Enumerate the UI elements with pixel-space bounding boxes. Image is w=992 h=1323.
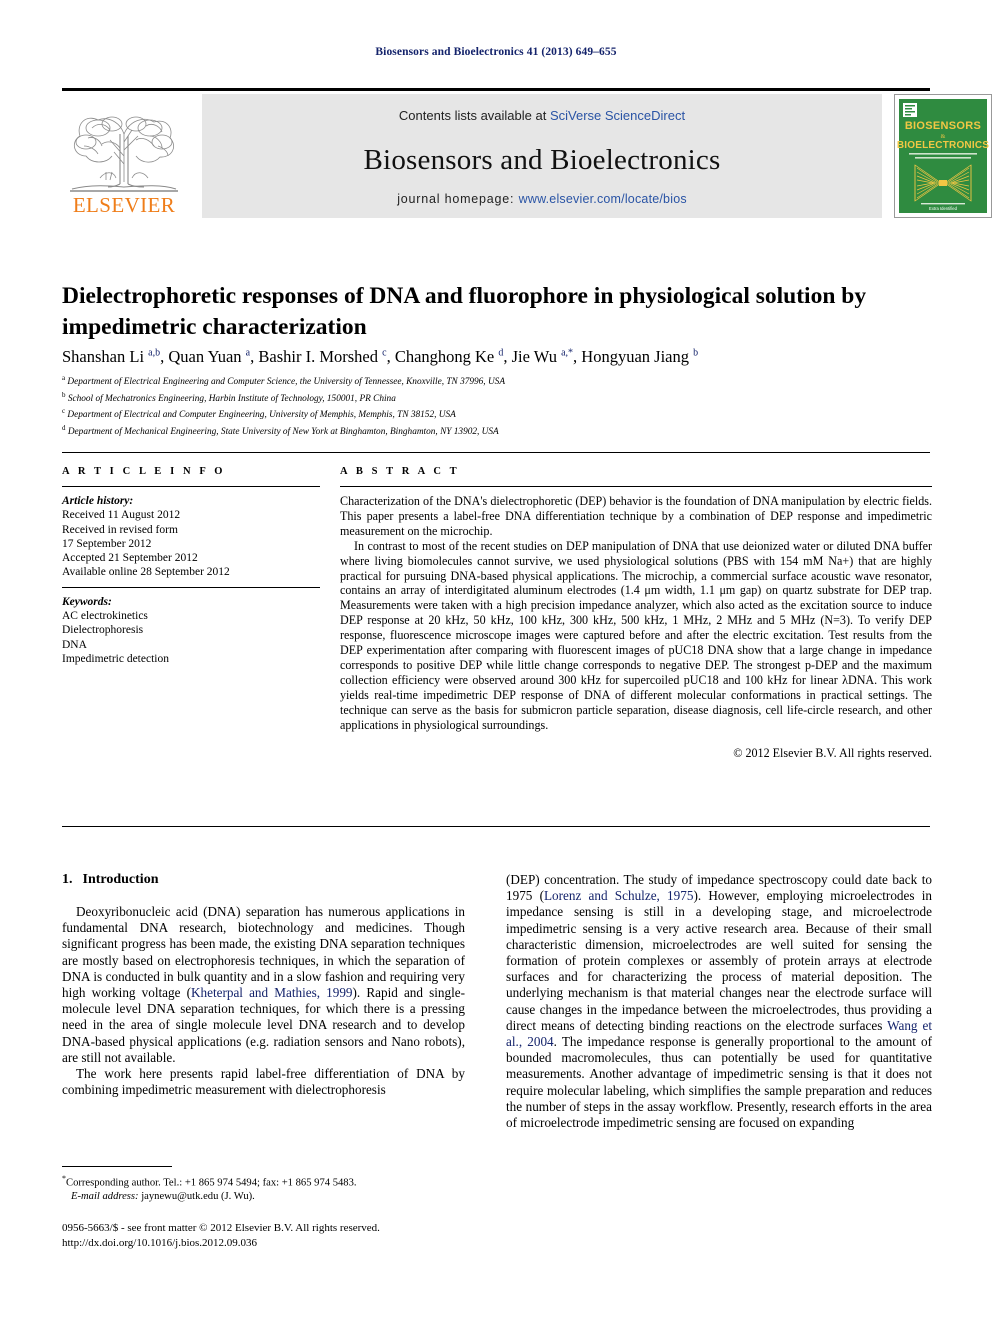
elsevier-tree-icon	[70, 116, 178, 192]
contents-available-line: Contents lists available at SciVerse Sci…	[202, 108, 882, 123]
abstract-body: Characterization of the DNA's dielectrop…	[340, 494, 932, 733]
email-note: E-mail address: jaynewu@utk.edu (J. Wu).	[62, 1190, 472, 1203]
paragraph: Deoxyribonucleic acid (DNA) separation h…	[62, 904, 465, 1066]
keywords-block: Keywords: AC electrokinetics Dielectroph…	[62, 595, 320, 666]
affiliation-list: a Department of Electrical Engineering a…	[62, 372, 932, 439]
article-info-rule	[62, 486, 320, 487]
article-info-heading: A R T I C L E I N F O	[62, 466, 226, 477]
abstract-paragraph: Characterization of the DNA's dielectrop…	[340, 494, 932, 538]
keywords-label: Keywords:	[62, 595, 112, 608]
citation-link[interactable]: Lorenz and Schulze, 1975	[544, 888, 693, 903]
paragraph-part: ). However, employing microelectrodes in…	[506, 888, 932, 1033]
journal-masthead: ELSEVIER Contents lists available at Sci…	[62, 88, 992, 218]
affiliation-item: b School of Mechatronics Engineering, Ha…	[62, 389, 932, 406]
abstract-band-top-rule	[62, 452, 930, 453]
keyword-item: AC electrokinetics	[62, 610, 148, 623]
homepage-label: journal homepage:	[397, 192, 515, 206]
article-info-column: A R T I C L E I N F O Article history: R…	[62, 466, 320, 666]
contents-prefix: Contents lists available at	[398, 108, 550, 123]
svg-text:BIOSENSORS: BIOSENSORS	[905, 120, 981, 132]
affiliation-text: Department of Mechanical Engineering, St…	[65, 427, 499, 438]
citation-link[interactable]: Kheterpal and Mathies, 1999	[191, 985, 353, 1000]
history-item: 17 September 2012	[62, 537, 152, 550]
section-heading-introduction: 1. Introduction	[62, 872, 465, 888]
journal-homepage-line: journal homepage: www.elsevier.com/locat…	[202, 192, 882, 206]
authors-text: Shanshan Li a,b, Quan Yuan a, Bashir I. …	[62, 346, 699, 366]
article-history-block: Article history: Received 11 August 2012…	[62, 494, 320, 580]
keyword-item: Dielectrophoresis	[62, 624, 144, 637]
abstract-paragraph: In contrast to most of the recent studie…	[340, 538, 932, 732]
abstract-band-bottom-rule	[62, 826, 930, 827]
affiliation-text: Department of Electrical Engineering and…	[65, 377, 505, 388]
journal-cover-thumbnail: BIOSENSORS & BIOELECTRONICS Extra Identi…	[894, 94, 992, 218]
footnote-divider	[62, 1166, 172, 1167]
paragraph: (DEP) concentration. The study of impeda…	[506, 872, 932, 1131]
sciencedirect-link[interactable]: SciVerse ScienceDirect	[550, 108, 685, 123]
issn-line: 0956-5663/$ - see front matter © 2012 El…	[62, 1222, 380, 1234]
keyword-item: DNA	[62, 638, 87, 651]
svg-text:BIOELECTRONICS: BIOELECTRONICS	[897, 140, 989, 151]
svg-text:Extra Identified: Extra Identified	[929, 206, 958, 211]
section-title: Introduction	[82, 872, 159, 887]
issn-footer: 0956-5663/$ - see front matter © 2012 El…	[62, 1221, 492, 1250]
running-head: Biosensors and Bioelectronics 41 (2013) …	[375, 46, 617, 58]
right-column-text: (DEP) concentration. The study of impeda…	[506, 872, 932, 1131]
author-list: Shanshan Li a,b, Quan Yuan a, Bashir I. …	[62, 342, 932, 368]
contents-band: Contents lists available at SciVerse Sci…	[202, 94, 882, 218]
history-item: Available online 28 September 2012	[62, 566, 230, 579]
keyword-item: Impedimetric detection	[62, 652, 169, 665]
copyright-line: © 2012 Elsevier B.V. All rights reserved…	[733, 745, 932, 760]
affiliation-item: a Department of Electrical Engineering a…	[62, 372, 932, 389]
history-item: Accepted 21 September 2012	[62, 552, 198, 565]
body-column-left: 1. Introduction Deoxyribonucleic acid (DN…	[62, 872, 465, 1098]
elsevier-wordmark: ELSEVIER	[72, 193, 176, 217]
doi-link[interactable]: http://dx.doi.org/10.1016/j.bios.2012.09…	[62, 1236, 492, 1251]
elsevier-logo: ELSEVIER	[62, 94, 186, 218]
abstract-rule	[340, 486, 932, 487]
abstract-column: A B S T R A C T Characterization of the …	[340, 466, 932, 761]
paper-page: Biosensors and Bioelectronics 41 (2013) …	[0, 0, 992, 1323]
history-item: Received 11 August 2012	[62, 509, 181, 522]
affiliation-item: c Department of Electrical and Computer …	[62, 405, 932, 422]
affiliation-item: d Department of Mechanical Engineering, …	[62, 422, 932, 439]
affiliation-text: Department of Electrical and Computer En…	[65, 410, 456, 421]
paragraph-part: . The impedance response is generally pr…	[506, 1034, 932, 1131]
homepage-url-link[interactable]: www.elsevier.com/locate/bios	[519, 192, 687, 206]
section-number: 1.	[62, 872, 73, 887]
article-history-label: Article history:	[62, 495, 134, 507]
masthead-top-rule	[62, 88, 930, 91]
keywords-divider	[62, 586, 320, 588]
email-value[interactable]: jaynewu@utk.edu (J. Wu).	[141, 1191, 255, 1202]
left-column-text: Deoxyribonucleic acid (DNA) separation h…	[62, 904, 465, 1098]
email-label: E-mail address:	[71, 1190, 139, 1202]
affiliation-text: School of Mechatronics Engineering, Harb…	[65, 393, 396, 404]
body-column-right: (DEP) concentration. The study of impeda…	[506, 872, 932, 1131]
corresponding-author-note: Corresponding author. Tel.: +1 865 974 5…	[66, 1177, 357, 1189]
page-title: Dielectrophoretic responses of DNA and f…	[62, 282, 867, 340]
history-item: Received in revised form	[62, 523, 178, 536]
footnote-block: *Corresponding author. Tel.: +1 865 974 …	[62, 1172, 472, 1203]
journal-title: Biosensors and Bioelectronics	[363, 144, 721, 176]
cover-artwork: BIOSENSORS & BIOELECTRONICS Extra Identi…	[895, 95, 991, 217]
paragraph: The work here presents rapid label-free …	[62, 1066, 465, 1098]
abstract-heading: A B S T R A C T	[340, 466, 460, 477]
